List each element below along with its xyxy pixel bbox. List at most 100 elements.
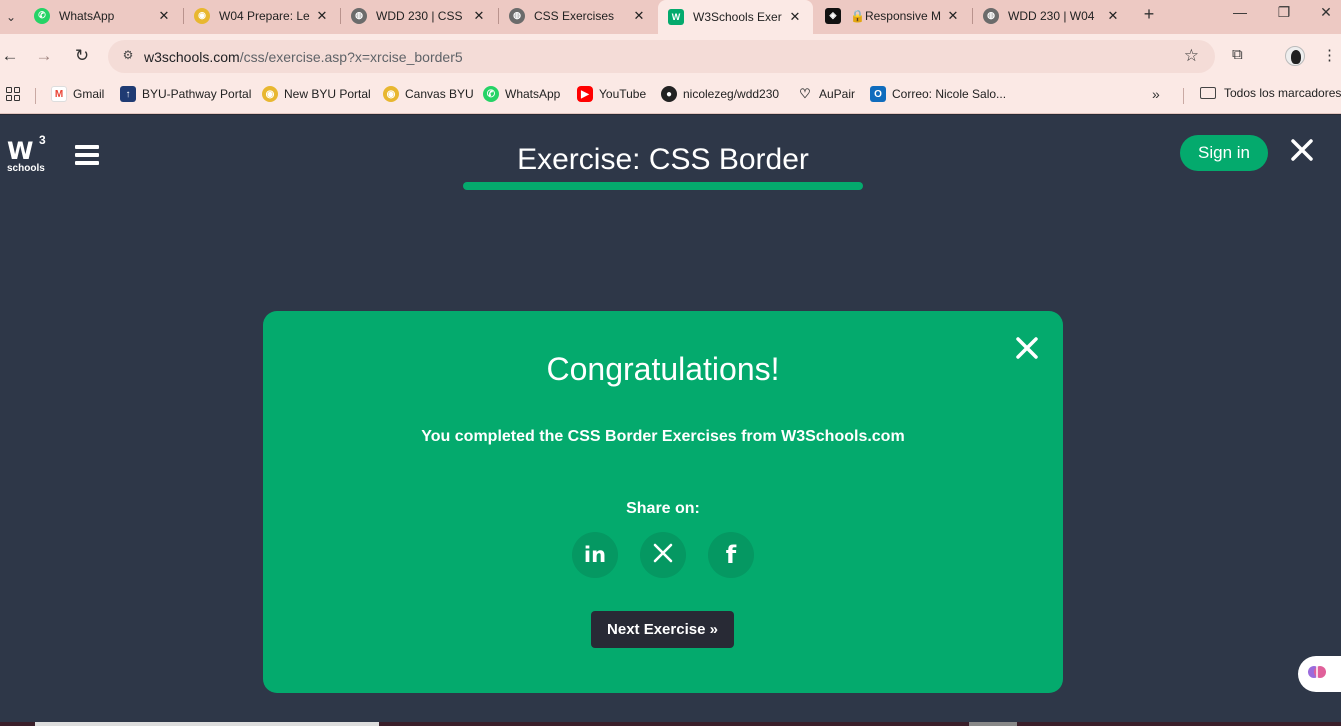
modal-heading: Congratulations!: [546, 351, 780, 387]
close-icon[interactable]: ✕: [787, 9, 803, 25]
canvas-icon: ◉: [194, 7, 210, 24]
site-settings-icon[interactable]: ⚙: [120, 48, 136, 64]
w3schools-icon: W: [668, 9, 684, 25]
bookmark-youtube[interactable]: ▶ YouTube: [577, 86, 646, 102]
bookmark-label: Gmail: [73, 87, 105, 101]
window-close-icon[interactable]: ✕: [1312, 4, 1340, 21]
github-icon: ●: [661, 86, 677, 102]
bookmark-canvas-byu[interactable]: ◉ Canvas BYU: [383, 86, 474, 102]
bookmark-divider: [35, 88, 36, 104]
youtube-icon: ▶: [577, 86, 593, 102]
w3schools-logo[interactable]: W 3 schools: [7, 133, 51, 177]
outlook-icon: O: [870, 86, 886, 102]
folder-icon: [1200, 87, 1216, 99]
logo-mark: W: [7, 137, 34, 165]
page-title: Exercise: CSS Border: [517, 143, 809, 176]
pathway-icon: ↑: [120, 86, 136, 102]
x-share-button[interactable]: [640, 532, 686, 578]
tab-search-icon[interactable]: ⌄: [0, 7, 22, 27]
close-icon[interactable]: ✕: [471, 8, 487, 24]
bookmark-label: BYU-Pathway Portal: [142, 87, 252, 101]
url-text: w3schools.com/css/exercise.asp?x=xrcise_…: [144, 49, 463, 65]
tab-wdd230-css[interactable]: ◍ WDD 230 | CSS ✕: [341, 0, 497, 31]
reload-icon[interactable]: ↻: [72, 46, 92, 66]
bookmark-outlook[interactable]: O Correo: Nicole Salo...: [870, 86, 1006, 102]
bookmark-star-icon[interactable]: ☆: [1184, 46, 1199, 66]
apps-grid-icon[interactable]: [6, 87, 20, 101]
menu-kebab-icon[interactable]: ⋮: [1322, 46, 1337, 64]
profile-avatar[interactable]: [1285, 46, 1305, 66]
tab-title: WDD 230 | CSS: [376, 8, 463, 23]
new-tab-icon[interactable]: +: [1137, 4, 1161, 25]
more-bookmarks-icon[interactable]: »: [1152, 86, 1160, 102]
all-bookmarks-folder[interactable]: Todos los marcadores: [1200, 86, 1341, 100]
restore-icon[interactable]: ❐: [1270, 4, 1298, 21]
bookmark-github[interactable]: ● nicolezeg/wdd230: [661, 86, 779, 102]
tab-wdd230-w04[interactable]: ◍ WDD 230 | W04 ✕: [973, 0, 1131, 31]
tab-whatsapp[interactable]: ✆ WhatsApp ✕: [24, 0, 182, 31]
bookmark-label: YouTube: [599, 87, 647, 101]
close-icon[interactable]: ✕: [631, 8, 647, 24]
close-icon[interactable]: [1289, 135, 1315, 165]
bookmark-gmail[interactable]: M Gmail: [51, 86, 104, 102]
page-content: W 3 schools Exercise: CSS Border Sign in…: [0, 115, 1341, 726]
share-label: Share on:: [626, 500, 700, 517]
whatsapp-icon: ✆: [34, 7, 50, 24]
close-icon[interactable]: ✕: [1105, 8, 1121, 24]
completion-message: You completed the CSS Border Exercises f…: [421, 428, 905, 445]
tab-title: WhatsApp: [59, 8, 115, 23]
whatsapp-icon: ✆: [483, 86, 499, 102]
canvas-icon: ◉: [262, 86, 278, 102]
ai-assistant-button[interactable]: [1298, 656, 1341, 692]
bookmark-aupair[interactable]: ♡ AuPair: [797, 86, 855, 102]
close-icon[interactable]: ✕: [314, 8, 330, 24]
tab-strip: ⌄ ✆ WhatsApp ✕ ◉ W04 Prepare: Le ✕ ◍ WDD…: [0, 0, 1341, 34]
gmail-icon: M: [51, 86, 67, 102]
next-exercise-button[interactable]: Next Exercise »: [591, 611, 734, 648]
bookmark-label: Canvas BYU: [405, 87, 474, 101]
logo-superscript: 3: [39, 133, 46, 147]
tab-w04-prepare[interactable]: ◉ W04 Prepare: Le ✕: [184, 0, 340, 31]
tab-w3schools-exercise[interactable]: W W3Schools Exer ✕: [658, 0, 813, 34]
heart-icon: ♡: [799, 86, 811, 101]
congratulations-modal: Congratulations! You completed the CSS B…: [263, 311, 1063, 693]
taskbar-edge: [0, 722, 1341, 726]
linkedin-icon: in: [583, 543, 607, 567]
logo-text: schools: [7, 163, 45, 174]
sign-in-button[interactable]: Sign in: [1180, 135, 1268, 171]
facebook-share-button[interactable]: f: [708, 532, 754, 578]
bookmarks-bar: M Gmail ↑ BYU-Pathway Portal ◉ New BYU P…: [0, 78, 1341, 114]
globe-icon: ◍: [509, 7, 525, 24]
extensions-icon[interactable]: ⧉: [1232, 46, 1243, 63]
progress-bar: [463, 182, 863, 190]
canvas-icon: ◉: [383, 86, 399, 102]
bookmark-label: New BYU Portal: [284, 87, 371, 101]
tab-css-exercises[interactable]: ◍ CSS Exercises ✕: [499, 0, 657, 31]
hamburger-menu-icon[interactable]: [75, 145, 99, 165]
linkedin-share-button[interactable]: in: [572, 532, 618, 578]
bookmark-label: WhatsApp: [505, 87, 561, 101]
tab-title: CSS Exercises: [534, 8, 615, 23]
close-icon[interactable]: ✕: [945, 8, 961, 24]
bookmark-label: Todos los marcadores: [1224, 86, 1341, 100]
bookmark-label: AuPair: [819, 87, 856, 101]
bookmark-new-byu-portal[interactable]: ◉ New BYU Portal: [262, 86, 371, 102]
tab-title: 🔒Responsive M: [850, 8, 941, 23]
bookmark-divider: [1183, 88, 1184, 104]
tab-title: W04 Prepare: Le: [219, 8, 310, 23]
bookmark-whatsapp[interactable]: ✆ WhatsApp: [483, 86, 560, 102]
close-icon[interactable]: ✕: [156, 8, 172, 24]
minimize-icon[interactable]: —: [1226, 4, 1254, 20]
browser-toolbar: ← → ↻ ⚙ w3schools.com/css/exercise.asp?x…: [0, 34, 1341, 78]
codepen-icon: ◈: [825, 7, 841, 24]
globe-icon: ◍: [351, 7, 367, 24]
tab-title: WDD 230 | W04: [1008, 8, 1095, 23]
bookmark-byu-pathway[interactable]: ↑ BYU-Pathway Portal: [120, 86, 251, 102]
forward-icon[interactable]: →: [34, 46, 54, 66]
facebook-icon: f: [725, 541, 737, 569]
back-icon[interactable]: ←: [0, 46, 20, 66]
brain-icon: [1307, 662, 1327, 687]
tab-responsive[interactable]: ◈ 🔒Responsive M ✕: [815, 0, 971, 31]
address-bar[interactable]: ⚙ w3schools.com/css/exercise.asp?x=xrcis…: [108, 40, 1215, 73]
tab-title: W3Schools Exer: [693, 10, 782, 24]
